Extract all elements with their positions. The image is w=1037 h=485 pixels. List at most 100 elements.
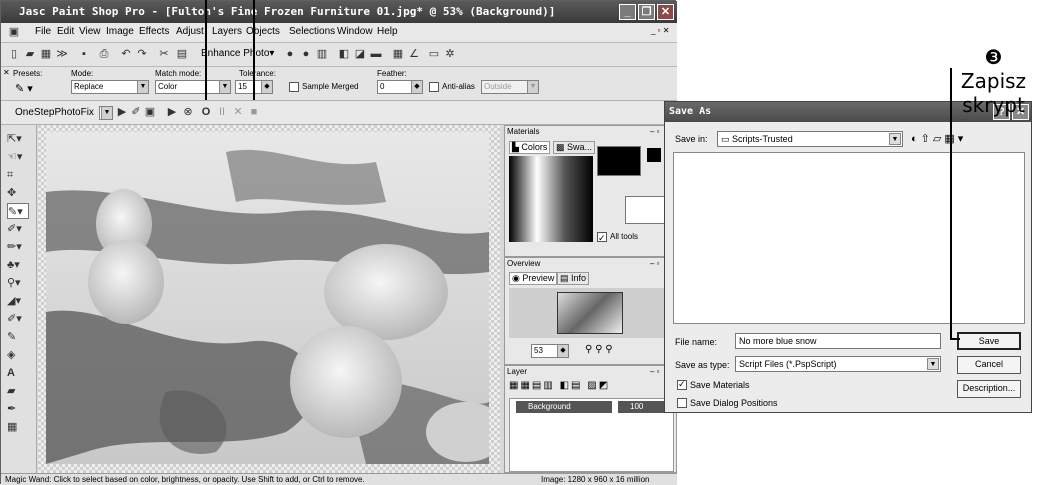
move-tool-icon[interactable]: ✥ [7,185,29,201]
layer-tools-icons[interactable]: ▦▦▤▥ ◧▤ ▨◩ [509,380,610,391]
pointer-tool-icon[interactable]: ⇱▾ [7,131,29,147]
menu-effects[interactable]: Effects [139,26,169,37]
undo-icon[interactable]: ↶ [119,47,133,61]
effects-icon-3[interactable]: ▥ [315,47,329,61]
tab-info[interactable]: ▤ Info [557,272,590,285]
settings-icon[interactable]: ✲ [443,47,457,61]
mdi-controls[interactable]: _ ▫ ✕ [651,26,669,35]
save-in-select[interactable]: ▭ Scripts-Trusted ▼ [717,131,903,147]
menu-help[interactable]: Help [377,26,398,37]
save-recording-icon[interactable]: ■ [247,105,261,119]
navigation-icons[interactable]: ◐⇧▱▦▾ [911,132,966,145]
menu-selections[interactable]: Selections [289,26,335,37]
paste-icon[interactable]: ▤ [175,47,189,61]
magic-wand-preset-icon[interactable]: ✎ ▾ [15,82,33,95]
scan-icon[interactable]: ≫ [55,47,69,61]
fill-tool-icon[interactable]: ◈ [7,347,29,363]
save-materials-checkbox[interactable]: ✓ [677,379,687,390]
record-icon[interactable]: O [199,105,213,119]
run-script-icon[interactable]: ▶ [115,105,129,119]
outside-select[interactable]: Outside ▼ [481,80,539,94]
warp-tool-icon[interactable]: ▦ [7,419,29,435]
overview-thumbnail[interactable] [509,288,674,338]
layer-icon-3[interactable]: ▬ [369,47,383,61]
script-select[interactable]: ▼ [99,106,113,120]
menu-layers[interactable]: Layers [212,26,242,37]
magic-wand-tool-icon[interactable]: ✎▾ [7,203,29,219]
layer-row-background[interactable]: Background [516,401,612,413]
save-type-select[interactable]: Script Files (*.PspScript) ▼ [735,356,941,372]
shape-tool-icon[interactable]: ▰ [7,383,29,399]
description-button[interactable]: Description... [957,380,1021,398]
pause-icon[interactable]: II [215,105,229,119]
angle-icon[interactable]: ∠ [407,47,421,61]
histogram-icon[interactable]: ▦ [391,47,405,61]
run-file-icon[interactable]: ▶ [165,105,179,119]
options-close-icon[interactable]: ✕ [3,68,10,77]
cut-icon[interactable]: ✂ [157,47,171,61]
tab-colors[interactable]: ▙ Colors [509,141,551,154]
stop-script-icon[interactable]: ⊗ [181,105,195,119]
cancel-recording-icon[interactable]: ✕ [231,105,245,119]
background-color-swatch[interactable] [625,196,669,224]
pan-tool-icon[interactable]: ☜▾ [7,149,29,165]
eraser-tool-icon[interactable]: ◢▾ [7,293,29,309]
menu-adjust[interactable]: Adjust [176,26,204,37]
sample-merged-checkbox[interactable] [289,82,299,92]
retouch-tool-icon[interactable]: ✎ [7,329,29,345]
brush-tool-icon[interactable]: ✏▾ [7,239,29,255]
menu-image[interactable]: Image [106,26,134,37]
print-icon[interactable]: ⎙ [97,47,111,61]
open-icon[interactable]: ▰ [23,47,37,61]
redo-icon[interactable]: ↷ [135,47,149,61]
dodge-tool-icon[interactable]: ✐▾ [7,311,29,327]
save-button[interactable]: Save [957,332,1021,350]
layer-icon-1[interactable]: ◧ [337,47,351,61]
screen-icon[interactable]: ▭ [427,47,441,61]
pen-tool-icon[interactable]: ✒ [7,401,29,417]
zoom-tool-icon[interactable]: ⚲▾ [7,275,29,291]
cancel-button[interactable]: Cancel [957,356,1021,374]
browse-icon[interactable]: ▦ [39,47,53,61]
file-list[interactable] [673,152,1025,324]
menu-file[interactable]: File [35,26,51,37]
effects-icon-2[interactable]: ● [299,47,313,61]
edit-script-icon[interactable]: ✐ [129,105,143,119]
layer-icon-2[interactable]: ◪ [353,47,367,61]
feather-input[interactable]: 0 ◆ [377,80,423,94]
new-file-icon[interactable]: ▯ [7,47,21,61]
overview-panel-controls[interactable]: – ▫ [650,259,660,268]
color-picker[interactable] [509,156,593,242]
menu-view[interactable]: View [79,26,101,37]
maximize-button[interactable]: ❐ [638,4,655,20]
anti-alias-checkbox[interactable] [429,82,439,92]
save-icon[interactable]: ▪ [77,47,91,61]
layers-panel-controls[interactable]: – ▫ [650,367,660,376]
menu-edit[interactable]: Edit [57,26,74,37]
mode-select[interactable]: Replace ▼ [71,80,149,94]
menu-window[interactable]: Window [337,26,373,37]
dropper-tool-icon[interactable]: ✐▾ [7,221,29,237]
text-tool-icon[interactable]: A [7,365,29,381]
enhance-photo-menu[interactable]: Enhance Photo▾ [201,48,274,59]
save-dialog-positions-checkbox[interactable] [677,398,687,408]
minimize-button[interactable]: _ [619,4,636,20]
clone-tool-icon[interactable]: ♣▾ [7,257,29,273]
foreground-small-swatch[interactable] [647,148,661,162]
menu-objects[interactable]: Objects [246,26,280,37]
close-button[interactable]: ✕ [657,4,674,20]
crop-tool-icon[interactable]: ⌗ [7,167,29,183]
materials-panel-controls[interactable]: – ▫ [650,127,660,136]
tab-swatches[interactable]: ▩ Swa... [553,141,596,154]
snow-photo[interactable] [46,132,489,464]
tab-preview[interactable]: ◉ Preview [509,272,558,285]
toggle-interactive-icon[interactable]: ▣ [143,105,157,119]
file-name-input[interactable]: No more blue snow [735,333,941,349]
foreground-color-swatch[interactable] [597,146,641,176]
zoom-icons[interactable]: ⚲ ⚲ ⚲ [585,344,613,355]
layer-opacity[interactable]: 100 [618,401,668,413]
zoom-input[interactable]: 53 ◆ [531,344,569,358]
match-mode-select[interactable]: Color ▼ [155,80,231,94]
effects-icon-1[interactable]: ● [283,47,297,61]
all-tools-checkbox[interactable]: ✓ [597,232,607,243]
